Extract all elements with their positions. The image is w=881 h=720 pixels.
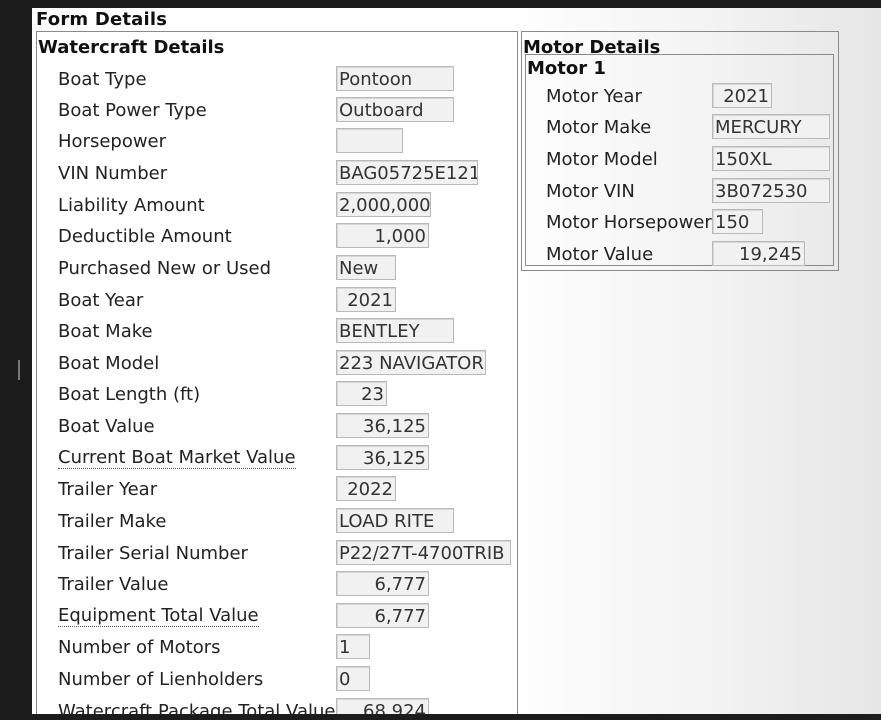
boat-model-value: 223 NAVIGATOR xyxy=(336,350,486,375)
field-label: Trailer Serial Number xyxy=(58,543,248,564)
number-of-motors-value: 1 xyxy=(336,634,370,659)
watercraft-details-legend: Watercraft Details xyxy=(38,37,225,58)
field-label: Liability Amount xyxy=(58,195,205,216)
field-label: Motor Make xyxy=(546,117,652,138)
field-label: VIN Number xyxy=(58,163,168,184)
field-label: Current Boat Market Value xyxy=(58,447,296,469)
field-label: Trailer Make xyxy=(58,511,167,532)
boat-make-value: BENTLEY xyxy=(336,318,454,343)
motor-year-value: 2021 xyxy=(712,83,772,108)
field-label: Purchased New or Used xyxy=(58,258,272,279)
current-boat-market-value-value: 36,125 xyxy=(336,445,429,470)
boat-type-value: Pontoon xyxy=(336,66,454,91)
watercraft-details-section: Watercraft Details Boat Type Pontoon Boa… xyxy=(36,31,518,714)
form-title: Form Details xyxy=(36,9,168,30)
motor-1-legend: Motor 1 xyxy=(527,58,606,79)
field-label: Equipment Total Value xyxy=(58,605,259,627)
field-label: Boat Type xyxy=(58,69,147,90)
trailer-serial-number-value: P22/27T-4700TRIB xyxy=(336,540,511,565)
motor-1-section: Motor 1 Motor Year 2021 Motor Make MERCU… xyxy=(525,54,834,266)
field-label: Motor Model xyxy=(546,149,658,170)
field-label: Boat Value xyxy=(58,416,155,437)
motor-make-value: MERCURY xyxy=(712,114,830,139)
form-page: Form Details Watercraft Details Boat Typ… xyxy=(32,8,881,714)
boat-length-value: 23 xyxy=(336,381,387,406)
watercraft-package-total-value-value: 68,924 xyxy=(336,698,429,714)
motor-value-value: 19,245 xyxy=(712,241,805,266)
field-label: Boat Power Type xyxy=(58,100,207,121)
deductible-amount-value: 1,000 xyxy=(336,223,429,248)
field-label: Trailer Year xyxy=(58,479,158,500)
boat-value-value: 36,125 xyxy=(336,413,429,438)
motor-details-section: Motor Details Motor 1 Motor Year 2021 Mo… xyxy=(521,31,839,271)
field-label: Watercraft Package Total Value xyxy=(58,701,336,714)
trailer-year-value: 2022 xyxy=(336,476,396,501)
field-label: Motor Horsepower xyxy=(546,212,712,233)
equipment-total-value-value: 6,777 xyxy=(336,603,429,628)
screenshot-frame: Form Details Watercraft Details Boat Typ… xyxy=(0,0,881,720)
window-resize-handle[interactable] xyxy=(18,360,20,380)
field-label: Boat Model xyxy=(58,353,160,374)
field-label: Boat Year xyxy=(58,290,144,311)
purchased-new-or-used-value: New xyxy=(336,255,396,280)
horsepower-value xyxy=(336,128,403,153)
number-of-lienholders-value: 0 xyxy=(336,666,370,691)
trailer-make-value: LOAD RITE xyxy=(336,508,454,533)
motor-model-value: 150XL xyxy=(712,146,830,171)
field-label: Horsepower xyxy=(58,131,167,152)
field-label: Boat Make xyxy=(58,321,153,342)
field-label: Number of Motors xyxy=(58,637,221,658)
boat-year-value: 2021 xyxy=(336,287,396,312)
motor-vin-value: 3B072530 xyxy=(712,178,830,203)
field-label: Deductible Amount xyxy=(58,226,232,247)
boat-power-type-value: Outboard xyxy=(336,97,454,122)
field-label: Motor Value xyxy=(546,244,654,265)
field-label: Number of Lienholders xyxy=(58,669,264,690)
field-label: Motor VIN xyxy=(546,181,635,202)
liability-amount-value: 2,000,000 xyxy=(336,192,431,217)
field-label: Trailer Value xyxy=(58,574,169,595)
field-label: Motor Year xyxy=(546,86,642,107)
vin-number-value: BAG05725E121 xyxy=(336,160,478,185)
field-label: Boat Length (ft) xyxy=(58,384,201,405)
trailer-value-value: 6,777 xyxy=(336,571,429,596)
motor-horsepower-value: 150 xyxy=(712,209,763,234)
